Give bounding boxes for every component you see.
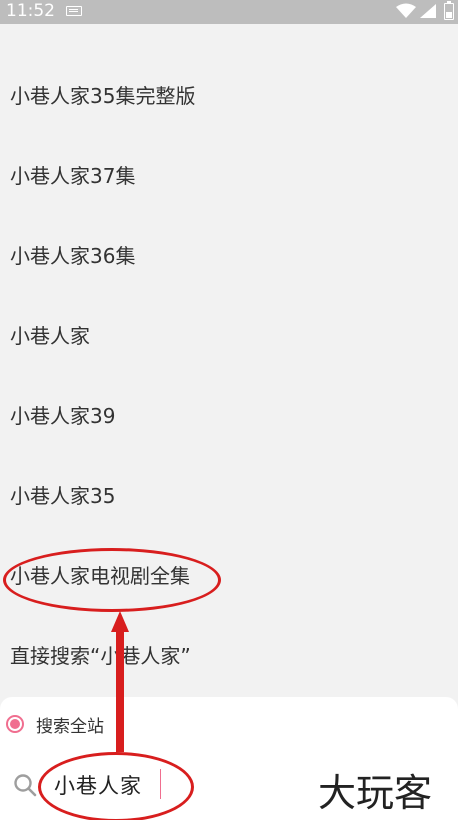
- keyboard-icon: [66, 6, 82, 16]
- suggestion-item[interactable]: 小巷人家: [0, 296, 458, 376]
- suggestion-item-tv-series-full[interactable]: 小巷人家电视剧全集: [0, 536, 458, 616]
- suggestion-item[interactable]: 小巷人家36集: [0, 216, 458, 296]
- suggestion-item[interactable]: 小巷人家39: [0, 376, 458, 456]
- search-icon: [14, 774, 37, 797]
- suggestion-item[interactable]: 小巷人家35: [0, 456, 458, 536]
- search-input[interactable]: [54, 773, 194, 797]
- text-caret: [160, 769, 161, 799]
- watermark-logo: 大玩客: [318, 771, 432, 814]
- radio-selected-icon[interactable]: [6, 715, 24, 733]
- watermark-text: 大玩客: [318, 771, 432, 814]
- status-time: 11:52: [6, 1, 55, 21]
- screen: 11:52 小巷人家35集完整版 小巷人家37集 小巷人家36集 小巷人家 小巷…: [0, 0, 458, 820]
- suggestion-item[interactable]: 小巷人家37集: [0, 136, 458, 216]
- suggestion-item[interactable]: 小巷人家35集完整版: [0, 56, 458, 136]
- battery-icon: [444, 1, 454, 20]
- suggestion-list: 小巷人家35集完整版 小巷人家37集 小巷人家36集 小巷人家 小巷人家39 小…: [0, 56, 458, 696]
- direct-search-item[interactable]: 直接搜索“小巷人家”: [0, 616, 458, 696]
- search-scope-option[interactable]: 搜索全站: [6, 711, 104, 737]
- wifi-icon: [396, 3, 416, 18]
- status-bar: 11:52: [0, 0, 458, 24]
- signal-icon: [420, 4, 436, 18]
- search-row: [12, 763, 194, 807]
- search-scope-label: 搜索全站: [36, 716, 104, 737]
